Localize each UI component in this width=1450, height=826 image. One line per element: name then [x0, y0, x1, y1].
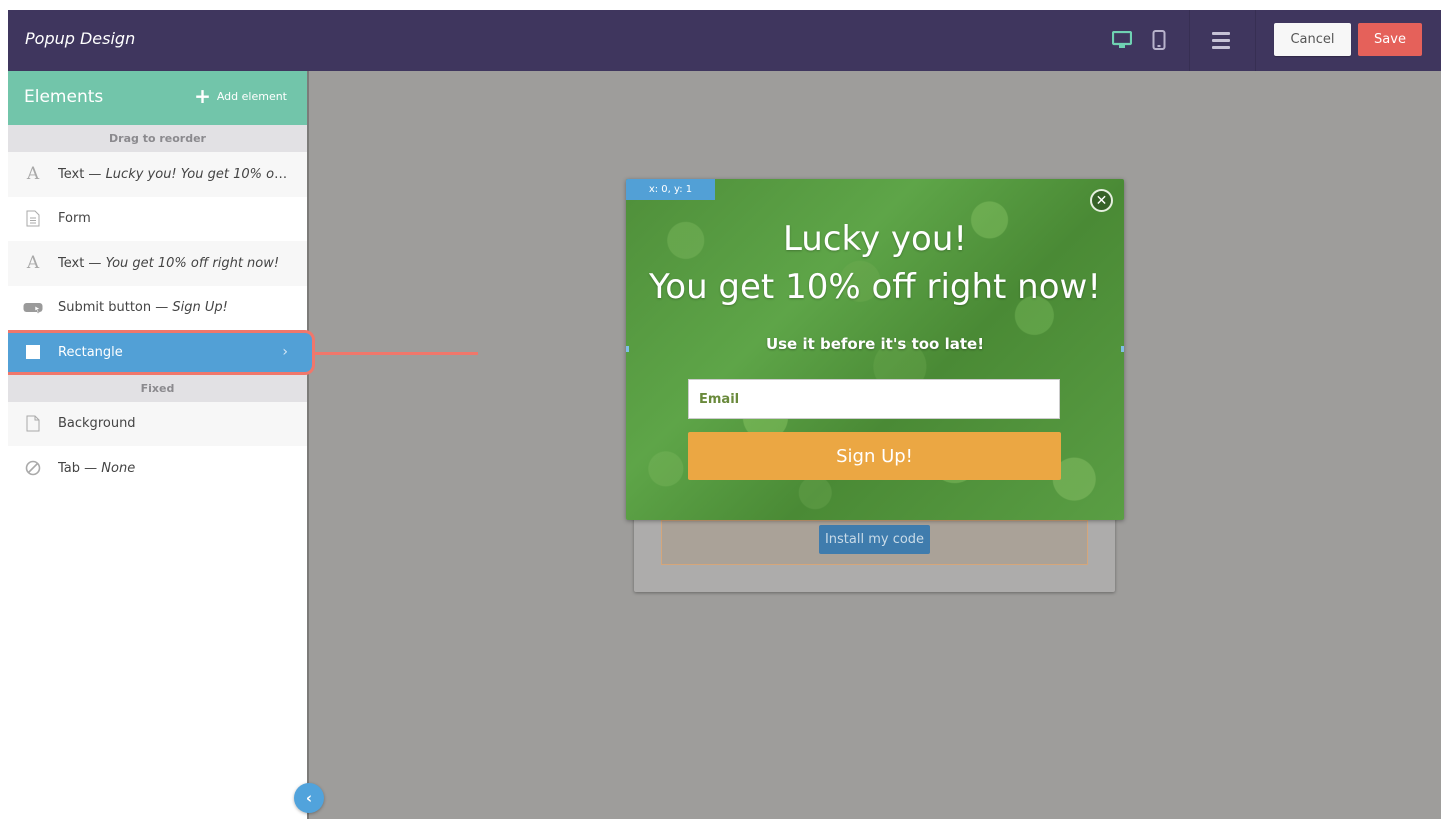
none-icon	[8, 460, 58, 476]
element-item-submit-button[interactable]: Submit button — Sign Up!	[8, 286, 307, 331]
resize-handle[interactable]	[1121, 346, 1124, 352]
hamburger-menu-icon	[1212, 31, 1230, 35]
desktop-view-button[interactable]	[1110, 28, 1134, 52]
install-code-box: Install my code	[661, 520, 1088, 565]
selection-connector-line	[312, 352, 478, 355]
desktop-icon	[1112, 31, 1132, 48]
mobile-view-button[interactable]	[1147, 28, 1171, 52]
popup-headline-line2[interactable]: You get 10% off right now!	[626, 267, 1124, 307]
cancel-button[interactable]: Cancel	[1274, 23, 1351, 56]
chevron-right-icon: ›	[282, 344, 288, 361]
add-element-label: Add element	[216, 89, 287, 103]
install-my-code-button[interactable]: Install my code	[819, 525, 930, 554]
sign-up-button[interactable]: Sign Up!	[688, 432, 1061, 480]
mobile-icon	[1152, 30, 1166, 50]
elements-sidebar: Elements + Add element Drag to reorder A…	[8, 71, 315, 819]
rectangle-icon	[8, 345, 58, 360]
email-field[interactable]	[688, 379, 1060, 419]
popup-subheadline[interactable]: Use it before it's too late!	[626, 335, 1124, 353]
menu-button[interactable]	[1208, 28, 1234, 52]
page-icon	[8, 415, 58, 432]
app-window: Popup Design Cancel Save Elements + Add …	[8, 10, 1441, 819]
chevron-left-icon: ‹	[305, 789, 313, 807]
section-fixed: Fixed	[8, 374, 307, 402]
text-icon: A	[26, 164, 40, 185]
save-button[interactable]: Save	[1358, 23, 1422, 56]
element-item-rectangle[interactable]: Rectangle ›	[8, 330, 315, 375]
element-item-tab[interactable]: Tab — None	[8, 446, 307, 491]
popup-headline-line1[interactable]: Lucky you!	[626, 219, 1124, 259]
sidebar-header: Elements + Add element	[8, 71, 307, 125]
collapse-sidebar-button[interactable]: ‹	[294, 783, 324, 813]
position-badge: x: 0, y: 1	[626, 179, 715, 200]
section-drag-to-reorder: Drag to reorder	[8, 125, 307, 152]
top-bar: Popup Design Cancel Save	[8, 10, 1441, 71]
element-item-background[interactable]: Background	[8, 401, 307, 446]
element-item-form[interactable]: Form	[8, 197, 307, 242]
app-title: Popup Design	[25, 29, 136, 48]
divider	[1255, 10, 1256, 71]
divider	[1189, 10, 1190, 71]
element-item-text-10-off[interactable]: A Text — You get 10% off right now!	[8, 241, 307, 286]
resize-handle[interactable]	[626, 346, 629, 352]
sidebar-title: Elements	[24, 87, 104, 107]
submit-button-icon	[8, 302, 58, 314]
form-icon	[8, 210, 58, 227]
plus-icon: +	[194, 84, 211, 108]
element-item-text-lucky[interactable]: A Text — Lucky you! You get 10% off ri..…	[8, 152, 307, 197]
text-icon: A	[26, 253, 40, 274]
add-element-button[interactable]: + Add element	[194, 84, 287, 108]
close-icon[interactable]: ✕	[1090, 189, 1113, 212]
popup-preview[interactable]: x: 0, y: 1 ✕ Lucky you! You get 10% off …	[626, 179, 1124, 520]
